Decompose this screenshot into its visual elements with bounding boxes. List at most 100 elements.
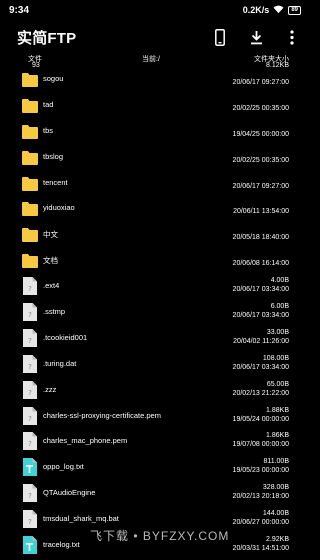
status-indicators: 0.2K/s 89 [243,5,301,16]
file-date: 20/06/17 03:34:00 [232,286,289,294]
file-size: 2.92KB [266,536,289,544]
folder-row[interactable]: tbslog 20/02/25 00:35:00 [0,144,309,170]
svg-text:?: ? [28,518,32,526]
file-row[interactable]: oppo_log.txt 811.00B 19/05/23 00:00:00 [0,454,309,480]
file-size: 328.00B [262,484,289,492]
file-size: 33.00B [266,328,289,336]
file-date: 20/06/11 13:54:00 [233,208,289,216]
current-path: 当前:/ [142,56,160,63]
folder-icon [22,198,38,218]
file-name: .sstmp [43,307,66,317]
file-name: .tcookieid001 [43,332,88,342]
file-size: 811.00B [263,458,289,466]
file-meta: 20/02/25 00:35:00 [233,95,289,113]
file-name: tbslog [43,151,64,161]
file-name: charles_mac_phone.pem [43,436,128,446]
file-date: 20/06/08 16:14:00 [232,260,289,268]
file-date: 20/06/27 00:00:00 [232,519,289,527]
download-icon[interactable] [249,28,263,46]
folder-icon [22,121,38,141]
file-row[interactable]: ? charles-ssl-proxying-certificate.pem 1.8… [0,403,309,429]
file-size [233,121,289,130]
status-bar: 9:34 0.2K/s 89 [0,0,309,20]
text-file-icon [22,457,38,477]
folder-row[interactable]: 文档 20/06/08 16:14:00 [0,247,309,273]
svg-text:?: ? [28,389,32,397]
file-date: 20/06/17 03:34:00 [232,363,289,371]
file-name: QTAudioEngine [43,488,96,498]
file-row[interactable]: ? .turing.dat 108.00B 20/06/17 03:34:00 [0,351,309,377]
file-name: sogou [43,74,64,83]
svg-text:?: ? [28,285,32,293]
file-size: 4.00B [270,277,289,285]
svg-text:?: ? [28,415,32,423]
file-size [233,95,289,104]
unknown-file-icon: ? [22,380,38,400]
folder-row[interactable]: sogou 20/06/17 09:27:00 [0,66,309,92]
file-row[interactable]: ? .zzz 65.00B 20/02/13 21:22:00 [0,377,309,403]
folder-icon [22,173,38,193]
svg-text:?: ? [28,440,32,448]
file-name: tmsdual_shark_mq.bat [43,514,119,524]
file-meta: 19/04/25 00:00:00 [233,121,289,139]
file-name: tracelog.txt [43,540,80,550]
file-name: tencent [43,177,68,187]
file-size [233,147,289,156]
file-name: .ext4 [43,281,60,291]
phone-icon[interactable] [213,28,227,46]
file-size [233,69,289,78]
file-row[interactable]: ? .sstmp 6.00B 20/06/17 03:34:00 [0,299,309,325]
file-date: 19/05/23 00:00:00 [232,467,289,475]
file-size [233,250,289,259]
folder-row[interactable]: tencent 20/06/17 09:27:00 [0,170,309,196]
file-meta: 328.00B 20/02/13 20:18:00 [233,483,289,501]
more-vertical-icon[interactable] [285,28,299,46]
file-date: 20/04/02 11:26:00 [233,337,289,345]
file-row[interactable]: ? .ext4 4.00B 20/06/17 03:34:00 [0,273,309,299]
file-meta: 4.00B 20/06/17 03:34:00 [233,276,289,294]
file-name: tbs [43,125,54,135]
file-name: yiduoxiao [43,203,75,213]
file-meta: 1.86KB 19/07/08 00:00:00 [233,431,289,449]
folder-icon [22,147,38,167]
file-row[interactable]: ? QTAudioEngine 328.00B 20/02/13 20:18:00 [0,480,309,506]
unknown-file-icon: ? [22,328,38,348]
file-date: 20/06/17 03:34:00 [232,312,289,320]
file-row[interactable]: ? charles_mac_phone.pem 1.86KB 19/07/08 00:… [0,428,309,454]
app-bar: 实简FTP [0,20,309,54]
unknown-file-icon: ? [22,354,38,374]
file-date: 19/04/25 00:00:00 [232,130,289,138]
unknown-file-icon: ? [22,406,38,426]
file-meta: 6.00B 20/06/17 03:34:00 [233,302,289,320]
unknown-file-icon: ? [22,431,38,451]
file-name: 文档 [43,256,58,266]
file-meta: 33.00B 20/04/02 11:26:00 [233,328,289,346]
wifi-icon [273,5,284,16]
file-size [233,224,289,233]
file-size: 65.00B [266,380,289,388]
unknown-file-icon: ? [22,302,38,322]
file-name: .turing.dat [43,358,77,368]
toolbar-actions [213,28,299,46]
file-meta: 108.00B 20/06/17 03:34:00 [233,354,289,372]
folder-icon [22,250,38,270]
unknown-file-icon: ? [22,509,38,529]
file-date: 20/03/31 14:51:00 [232,545,289,553]
unknown-file-icon: ? [22,483,38,503]
file-date: 20/02/25 00:35:00 [232,104,289,112]
file-date: 19/07/08 00:00:00 [232,441,289,449]
file-meta: 144.00B 20/06/27 00:00:00 [233,509,289,527]
file-row[interactable]: ? .tcookieid001 33.00B 20/04/02 11:26:00 [0,325,309,351]
file-name: .zzz [43,384,57,394]
file-size: 108.00B [262,354,289,362]
app-title: 实简FTP [17,29,77,47]
folder-row[interactable]: 中文 20/05/18 18:40:00 [0,221,309,247]
folder-row[interactable]: tbs 19/04/25 00:00:00 [0,118,309,144]
folder-row[interactable]: yiduoxiao 20/06/11 13:54:00 [0,195,309,221]
svg-text:?: ? [28,337,32,345]
file-date: 20/06/17 09:27:00 [232,182,289,190]
folder-row[interactable]: tad 20/02/25 00:35:00 [0,92,309,118]
folder-icon [22,224,38,244]
file-size: 144.00B [262,510,289,518]
file-size: 6.00B [270,303,289,311]
